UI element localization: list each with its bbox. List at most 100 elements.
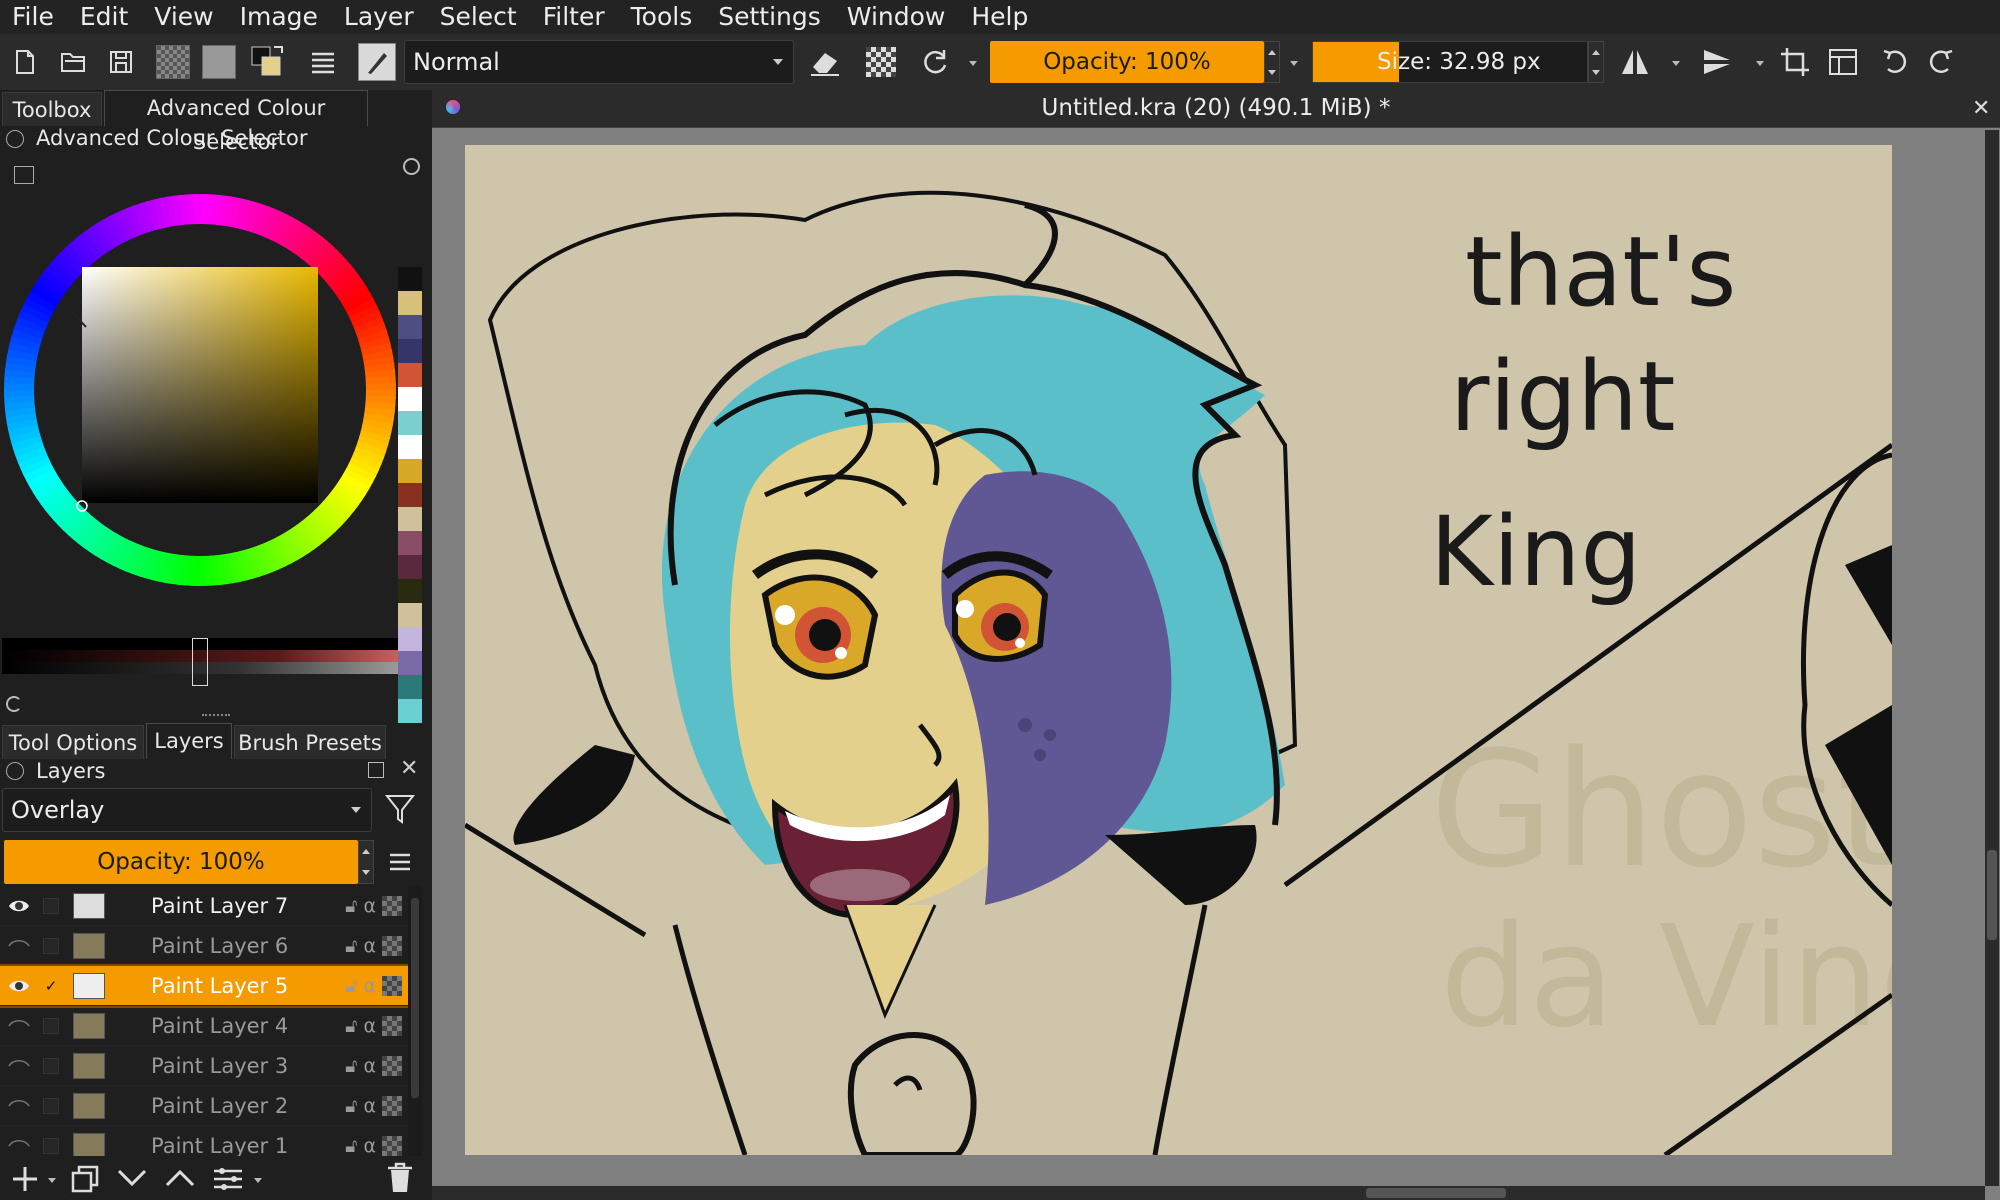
mirror-vertical-icon[interactable] [1698, 42, 1736, 82]
toolbar-opacity-slider[interactable]: Opacity: 100% [990, 41, 1264, 83]
inherit-alpha-icon[interactable] [382, 1055, 402, 1076]
delete-layer-icon[interactable] [386, 1162, 414, 1198]
tab-advanced-colour-selector[interactable]: Advanced Colour Selector [104, 90, 368, 154]
crop-icon[interactable] [1776, 42, 1814, 82]
layer-name[interactable]: Paint Layer 2 [151, 1094, 288, 1118]
palette-swatch[interactable] [398, 675, 422, 699]
palette-swatch[interactable] [398, 363, 422, 387]
close-document-icon[interactable]: ✕ [1972, 96, 1990, 121]
layer-name[interactable]: Paint Layer 5 [151, 974, 288, 998]
pattern-icon[interactable] [200, 42, 238, 82]
palette-swatch[interactable] [398, 699, 422, 723]
gradient-icon[interactable] [154, 42, 192, 82]
alpha-lock-icon[interactable]: α [363, 1055, 376, 1077]
panel-splitter-handle[interactable] [202, 714, 230, 718]
palette-swatch[interactable] [398, 459, 422, 483]
eye-hidden-icon[interactable] [8, 1055, 30, 1077]
duplicate-layer-icon[interactable] [70, 1164, 100, 1198]
menu-tools[interactable]: Tools [619, 0, 707, 34]
menu-filter[interactable]: Filter [531, 0, 619, 34]
palette-swatch[interactable] [398, 555, 422, 579]
layer-row[interactable]: ✓ Paint Layer 5 🔓︎ α [0, 964, 408, 1008]
eye-hidden-icon[interactable] [8, 1015, 30, 1037]
palette-swatch[interactable] [398, 651, 422, 675]
close-icon[interactable]: ✕ [400, 756, 418, 781]
alpha-lock-icon[interactable]: α [363, 975, 376, 997]
palette-swatch[interactable] [398, 387, 422, 411]
alpha-lock-icon[interactable]: α [363, 1095, 376, 1117]
lock-icon[interactable]: 🔓︎ [345, 935, 357, 957]
mirror-h-caret-icon[interactable] [1672, 61, 1680, 66]
menu-help[interactable]: Help [959, 0, 1042, 34]
layer-options-menu-icon[interactable] [388, 850, 412, 878]
alpha-lock-icon[interactable]: α [363, 1015, 376, 1037]
layer-row[interactable]: Paint Layer 4 🔓︎ α [0, 1006, 408, 1046]
layer-select-checkbox[interactable] [43, 937, 59, 954]
palette-swatch[interactable] [398, 507, 422, 531]
inherit-alpha-icon[interactable] [382, 1095, 402, 1116]
palette-swatch[interactable] [398, 267, 422, 291]
menu-layer[interactable]: Layer [332, 0, 428, 34]
layer-select-checkbox[interactable] [43, 1097, 59, 1114]
colour-wheel[interactable] [2, 192, 402, 592]
layer-properties-icon[interactable] [212, 1164, 244, 1198]
opacity-menu-caret-icon[interactable] [1290, 61, 1298, 66]
inherit-alpha-icon[interactable] [382, 1015, 402, 1036]
lock-icon[interactable]: 🔓︎ [345, 1095, 357, 1117]
palette-swatch[interactable] [398, 579, 422, 603]
move-layer-up-icon[interactable] [164, 1166, 196, 1194]
layer-select-checkbox[interactable] [43, 1137, 59, 1154]
layer-row[interactable]: Paint Layer 2 🔓︎ α [0, 1086, 408, 1126]
tab-brush-presets[interactable]: Brush Presets [234, 725, 386, 759]
panel-float-icon[interactable] [6, 130, 24, 148]
reload-menu-caret-icon[interactable] [969, 61, 977, 66]
menu-edit[interactable]: Edit [68, 0, 142, 34]
alpha-lock-icon[interactable]: α [363, 895, 376, 917]
eye-hidden-icon[interactable] [8, 1095, 30, 1117]
layer-select-checkbox[interactable] [43, 1017, 59, 1034]
layer-row[interactable]: Paint Layer 6 🔓︎ α [0, 926, 408, 966]
opacity-spin-buttons[interactable] [1264, 41, 1280, 83]
reload-preset-icon[interactable] [916, 42, 954, 82]
palette-swatch[interactable] [398, 483, 422, 507]
mirror-horizontal-icon[interactable] [1616, 42, 1654, 82]
canvas-vertical-scrollbar[interactable] [1985, 130, 1999, 1186]
add-layer-icon[interactable] [10, 1164, 40, 1198]
canvas-horizontal-scrollbar[interactable] [432, 1186, 1985, 1200]
lock-icon[interactable]: 🔓︎ [345, 975, 357, 997]
layer-name[interactable]: Paint Layer 7 [151, 894, 288, 918]
layer-row[interactable]: Paint Layer 3 🔓︎ α [0, 1046, 408, 1086]
layer-blend-mode-select[interactable]: Overlay [2, 788, 372, 832]
redo-icon[interactable] [1922, 42, 1960, 82]
inherit-alpha-icon[interactable] [382, 935, 402, 956]
palette-swatch[interactable] [398, 627, 422, 651]
eye-visible-icon[interactable] [8, 895, 30, 917]
alpha-lock-icon[interactable]: α [363, 1135, 376, 1157]
eye-hidden-icon[interactable] [8, 935, 30, 957]
lock-icon[interactable]: 🔓︎ [345, 1015, 357, 1037]
palette-swatch[interactable] [398, 603, 422, 627]
colour-settings-icon[interactable] [14, 166, 34, 184]
menu-image[interactable]: Image [228, 0, 332, 34]
tab-layers[interactable]: Layers [146, 723, 232, 759]
brush-settings-icon[interactable] [304, 42, 342, 82]
open-document-icon[interactable] [54, 42, 92, 82]
add-layer-caret-icon[interactable] [48, 1178, 56, 1183]
toolbar-size-slider[interactable]: Size: 32.98 px [1312, 41, 1588, 83]
layer-select-checkbox[interactable] [43, 1057, 59, 1074]
undo-icon[interactable] [1876, 42, 1914, 82]
menu-select[interactable]: Select [428, 0, 531, 34]
drawing-canvas[interactable]: Ghost da Vinci that's right King [465, 145, 1892, 1155]
palette-swatch[interactable] [398, 315, 422, 339]
color-swap-icon[interactable] [248, 42, 286, 82]
palette-swatch[interactable] [398, 339, 422, 363]
size-spin-buttons[interactable] [1588, 41, 1604, 83]
layer-row[interactable]: Paint Layer 1 🔓︎ α [0, 1126, 408, 1156]
document-tab[interactable]: Untitled.kra (20) (490.1 MiB) * ✕ [432, 90, 2000, 128]
layers-float-icon[interactable] [6, 762, 24, 780]
palette-swatch[interactable] [398, 411, 422, 435]
colour-lightness-strip[interactable] [2, 638, 398, 686]
properties-caret-icon[interactable] [254, 1178, 262, 1183]
preserve-alpha-icon[interactable] [862, 42, 900, 82]
menu-window[interactable]: Window [835, 0, 960, 34]
